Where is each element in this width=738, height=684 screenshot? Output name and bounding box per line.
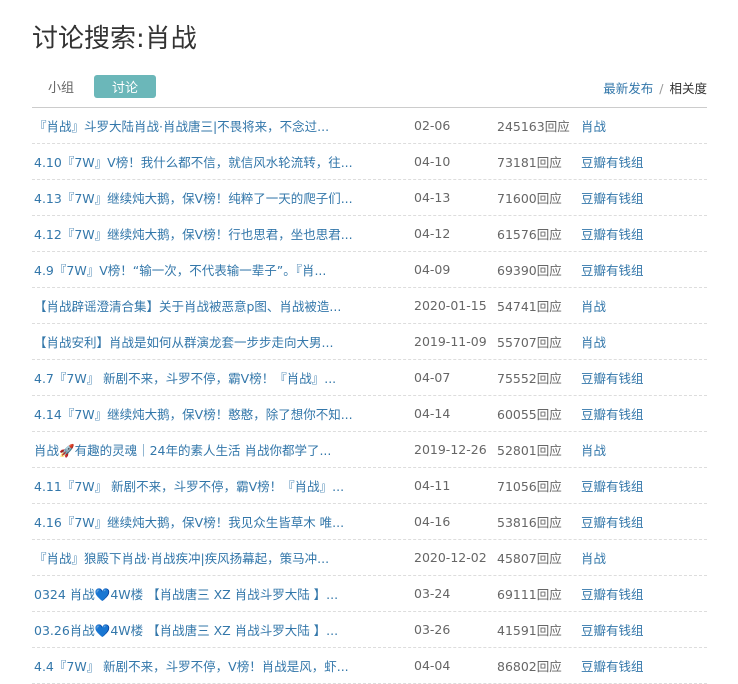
discussion-date: 04-12 (414, 226, 451, 241)
discussion-group-link[interactable]: 豆瓣有钱组 (581, 584, 644, 603)
sort-separator: / (659, 81, 664, 96)
discussion-reply-count: 55707回应 (497, 335, 562, 350)
discussion-reply-count: 71056回应 (497, 479, 562, 494)
page-title: 讨论搜索:肖战 (32, 24, 197, 54)
discussion-date: 03-26 (414, 622, 451, 637)
discussion-group-link[interactable]: 豆瓣有钱组 (581, 152, 644, 171)
discussion-date: 02-06 (414, 118, 451, 133)
discussion-reply-count: 69390回应 (497, 263, 562, 278)
discussion-reply-count: 245163回应 (497, 119, 570, 134)
discussion-group-link[interactable]: 豆瓣有钱组 (581, 656, 644, 675)
discussion-reply-count: 71600回应 (497, 191, 562, 206)
discussion-row: 4.11『7W』 新剧不来，斗罗不停，霸V榜！『肖战』... 04-11 71056… (32, 468, 707, 504)
sort-latest-link[interactable]: 最新发布 (603, 81, 653, 96)
tab-discussions[interactable]: 讨论 (94, 75, 157, 98)
discussion-date: 2019-11-09 (414, 334, 487, 349)
discussion-row: 4.16『7W』继续炖大鹅，保V榜！我见众生皆草木 唯... 04-16 53816… (32, 504, 707, 540)
tab-groups[interactable]: 小组 (34, 75, 86, 98)
discussion-group-link[interactable]: 肖战 (581, 440, 606, 459)
discussion-date: 2020-12-02 (414, 550, 487, 565)
discussion-title-link[interactable]: 4.12『7W』继续炖大鹅，保V榜！行也思君，坐也思君... (32, 224, 414, 243)
discussion-reply-count: 60055回应 (497, 407, 562, 422)
sort-options: 最新发布 / 相关度 (603, 78, 707, 97)
discussion-row: 4.10『7W』V榜！我什么都不信，就信风水轮流转，往... 04-10 73181… (32, 144, 707, 180)
discussion-row: 4.9『7W』V榜！“输一次，不代表输一辈子”。『肖... 04-09 69390回… (32, 252, 707, 288)
discussion-title-link[interactable]: 4.7『7W』 新剧不来，斗罗不停，霸V榜！『肖战』... (32, 368, 414, 387)
discussion-title-link[interactable]: 4.16『7W』继续炖大鹅，保V榜！我见众生皆草木 唯... (32, 512, 414, 531)
discussion-row: 4.12『7W』继续炖大鹅，保V榜！行也思君，坐也思君... 04-12 61576… (32, 216, 707, 252)
discussion-reply-count: 45807回应 (497, 551, 562, 566)
discussion-row: 0324 肖战💙4W楼 【肖战唐三 XZ 肖战斗罗大陆 】... 03-24 691… (32, 576, 707, 612)
discussion-reply-count: 53816回应 (497, 515, 562, 530)
discussion-group-link[interactable]: 豆瓣有钱组 (581, 620, 644, 639)
discussion-row: 4.7『7W』 新剧不来，斗罗不停，霸V榜！『肖战』... 04-07 75552回… (32, 360, 707, 396)
discussion-row: 4.13『7W』继续炖大鹅，保V榜！纯粹了一天的爬子们... 04-13 71600… (32, 180, 707, 216)
discussion-title-link[interactable]: 肖战🚀有趣的灵魂｜24年的素人生活 肖战你都学了... (32, 440, 414, 459)
discussion-reply-count: 54741回应 (497, 299, 562, 314)
discussion-title-link[interactable]: 4.14『7W』继续炖大鹅，保V榜！憨憨，除了想你不知... (32, 404, 414, 423)
discussion-title-link[interactable]: 『肖战』斗罗大陆肖战·肖战唐三|不畏将来，不念过... (32, 116, 414, 135)
discussion-date: 04-10 (414, 154, 451, 169)
discussion-title-link[interactable]: 4.4『7W』 新剧不来，斗罗不停，V榜！肖战是风，虾... (32, 656, 414, 675)
discussion-date: 04-04 (414, 658, 451, 673)
discussion-row: 4.4『7W』 新剧不来，斗罗不停，V榜！肖战是风，虾... 04-04 86802… (32, 648, 707, 684)
discussion-title-link[interactable]: 『肖战』狼殿下肖战·肖战疾冲|疾风扬幕起，策马冲... (32, 548, 414, 567)
discussion-date: 2020-01-15 (414, 298, 487, 313)
discussion-date: 04-14 (414, 406, 451, 421)
discussion-date: 04-16 (414, 514, 451, 529)
discussion-group-link[interactable]: 豆瓣有钱组 (581, 404, 644, 423)
discussion-group-link[interactable]: 肖战 (581, 116, 606, 135)
discussion-title-link[interactable]: 4.11『7W』 新剧不来，斗罗不停，霸V榜！『肖战』... (32, 476, 414, 495)
discussion-group-link[interactable]: 豆瓣有钱组 (581, 512, 644, 531)
discussion-row: 『肖战』斗罗大陆肖战·肖战唐三|不畏将来，不念过... 02-06 245163回应… (32, 108, 707, 144)
sort-relevance: 相关度 (669, 81, 707, 96)
discussion-title-link[interactable]: 03.26肖战💙4W楼 【肖战唐三 XZ 肖战斗罗大陆 】... (32, 620, 414, 639)
discussion-reply-count: 75552回应 (497, 371, 562, 386)
discussion-group-link[interactable]: 肖战 (581, 332, 606, 351)
discussion-row: 03.26肖战💙4W楼 【肖战唐三 XZ 肖战斗罗大陆 】... 03-26 415… (32, 612, 707, 648)
discussion-list: 『肖战』斗罗大陆肖战·肖战唐三|不畏将来，不念过... 02-06 245163回应… (32, 107, 707, 684)
discussion-date: 04-11 (414, 478, 451, 493)
discussion-group-link[interactable]: 豆瓣有钱组 (581, 188, 644, 207)
discussion-reply-count: 73181回应 (497, 155, 562, 170)
discussion-group-link[interactable]: 豆瓣有钱组 (581, 224, 644, 243)
discussion-row: 4.14『7W』继续炖大鹅，保V榜！憨憨，除了想你不知... 04-14 60055… (32, 396, 707, 432)
discussion-date: 03-24 (414, 586, 451, 601)
discussion-title-link[interactable]: 0324 肖战💙4W楼 【肖战唐三 XZ 肖战斗罗大陆 】... (32, 584, 414, 603)
discussion-row: 『肖战』狼殿下肖战·肖战疾冲|疾风扬幕起，策马冲... 2020-12-02 458… (32, 540, 707, 576)
discussion-reply-count: 69111回应 (497, 587, 562, 602)
discussion-title-link[interactable]: 4.9『7W』V榜！“输一次，不代表输一辈子”。『肖... (32, 260, 414, 279)
discussion-date: 04-07 (414, 370, 451, 385)
discussion-group-link[interactable]: 肖战 (581, 548, 606, 567)
discussion-row: 【肖战安利】肖战是如何从群演龙套一步步走向大男... 2019-11-09 5570… (32, 324, 707, 360)
discussion-date: 04-13 (414, 190, 451, 205)
discussion-group-link[interactable]: 肖战 (581, 296, 606, 315)
discussion-title-link[interactable]: 【肖战安利】肖战是如何从群演龙套一步步走向大男... (32, 332, 414, 351)
discussion-row: 【肖战辟谣澄清合集】关于肖战被恶意p图、肖战被造... 2020-01-15 547… (32, 288, 707, 324)
discussion-reply-count: 41591回应 (497, 623, 562, 638)
discussion-reply-count: 61576回应 (497, 227, 562, 242)
discussion-group-link[interactable]: 豆瓣有钱组 (581, 476, 644, 495)
discussion-title-link[interactable]: 【肖战辟谣澄清合集】关于肖战被恶意p图、肖战被造... (32, 296, 414, 315)
search-type-tabs: 小组 讨论 (34, 75, 164, 98)
discussion-date: 2019-12-26 (414, 442, 487, 457)
discussion-group-link[interactable]: 豆瓣有钱组 (581, 368, 644, 387)
discussion-reply-count: 86802回应 (497, 659, 562, 674)
discussion-reply-count: 52801回应 (497, 443, 562, 458)
discussion-title-link[interactable]: 4.10『7W』V榜！我什么都不信，就信风水轮流转，往... (32, 152, 414, 171)
discussion-title-link[interactable]: 4.13『7W』继续炖大鹅，保V榜！纯粹了一天的爬子们... (32, 188, 414, 207)
discussion-group-link[interactable]: 豆瓣有钱组 (581, 260, 644, 279)
discussion-row: 肖战🚀有趣的灵魂｜24年的素人生活 肖战你都学了... 2019-12-26 528… (32, 432, 707, 468)
discussion-date: 04-09 (414, 262, 451, 277)
